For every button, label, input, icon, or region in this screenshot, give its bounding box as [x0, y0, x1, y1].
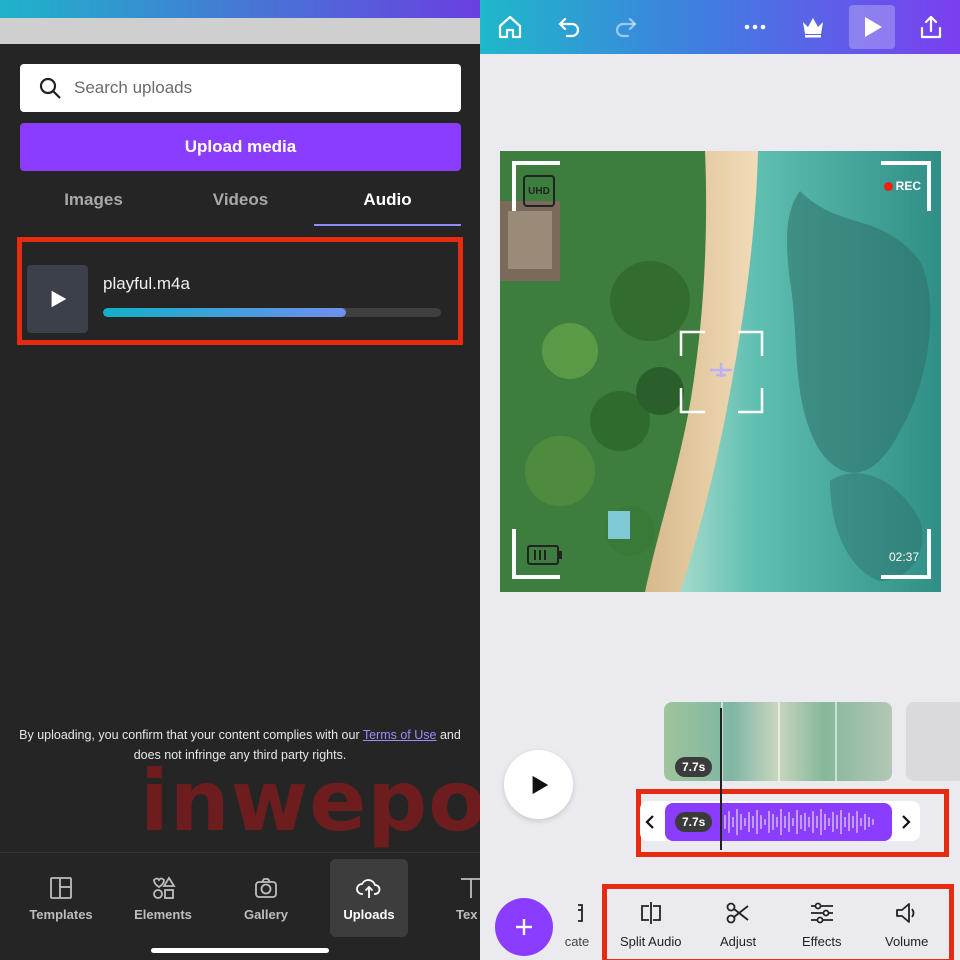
search-icon — [39, 77, 61, 99]
nav-label: Elements — [134, 906, 192, 922]
preview-play-button[interactable] — [849, 5, 895, 49]
terms-prefix: By uploading, you confirm that your cont… — [19, 728, 363, 742]
search-input[interactable] — [74, 78, 434, 98]
design-canvas[interactable]: UHD REC 02:37 — [500, 151, 941, 592]
rec-dot-icon — [883, 181, 893, 191]
split-audio-icon — [640, 902, 661, 924]
nav-templates[interactable]: Templates — [22, 859, 100, 937]
tool-effects[interactable]: Effects — [802, 900, 842, 949]
more-icon — [744, 24, 766, 30]
upload-media-button[interactable]: Upload media — [20, 123, 461, 171]
home-icon — [498, 15, 522, 39]
tab-videos[interactable]: Videos — [167, 174, 314, 226]
tab-audio[interactable]: Audio — [314, 174, 461, 226]
timeline-play-button[interactable] — [504, 750, 573, 819]
chevron-left-icon — [645, 815, 654, 829]
duplicate-icon — [578, 904, 583, 922]
chevron-right-icon — [902, 815, 911, 829]
viewfinder-overlay — [512, 161, 931, 579]
crown-icon — [803, 18, 823, 38]
media-tabs: Images Videos Audio — [20, 174, 461, 226]
rec-label: REC — [895, 179, 921, 193]
tool-label: cate — [564, 934, 590, 949]
tool-volume[interactable]: Volume — [885, 900, 928, 949]
add-element-button[interactable] — [495, 898, 553, 956]
search-field[interactable] — [20, 64, 461, 112]
undo-icon — [558, 17, 580, 38]
tool-adjust[interactable]: Adjust — [720, 900, 756, 949]
audio-play-button[interactable] — [27, 265, 88, 333]
upload-progress-bar — [103, 308, 441, 317]
nav-label: Gallery — [243, 906, 289, 922]
tool-label: Split Audio — [620, 934, 682, 949]
upload-cloud-icon — [356, 878, 381, 898]
tab-images[interactable]: Images — [20, 174, 167, 226]
scissors-icon — [726, 902, 749, 924]
play-icon — [51, 290, 66, 308]
sliders-icon — [810, 902, 833, 924]
editor-toolbar — [480, 0, 960, 54]
share-icon — [920, 15, 942, 39]
audio-tools-bar: cate Split Audio Adjust Effects Volume — [550, 886, 960, 960]
home-indicator — [151, 948, 329, 953]
tool-label: Adjust — [720, 934, 757, 949]
tool-split-audio[interactable]: Split Audio — [620, 900, 681, 949]
more-button[interactable] — [732, 5, 778, 49]
elements-icon — [153, 875, 176, 899]
frame-divider — [835, 702, 837, 781]
text-icon — [461, 877, 480, 898]
home-button[interactable] — [487, 5, 533, 49]
templates-icon — [50, 876, 72, 899]
volume-icon — [895, 903, 915, 923]
premium-button[interactable] — [790, 5, 836, 49]
editor-header-peek — [0, 0, 480, 44]
audio-trim-left-handle[interactable] — [640, 810, 660, 834]
uploads-panel: Upload media Images Videos Audio playful… — [0, 0, 480, 960]
rec-indicator: REC — [883, 179, 921, 193]
audio-filename: playful.m4a — [103, 274, 190, 293]
video-duration-badge: 7.7s — [675, 757, 713, 777]
play-icon — [532, 775, 548, 794]
tool-label: Effects — [802, 934, 842, 949]
plus-icon — [516, 919, 532, 935]
frame-divider — [778, 702, 780, 781]
redo-icon — [615, 17, 637, 38]
bottom-nav: Templates Elements Gallery Uploads Tex — [0, 852, 480, 960]
add-clip-slot[interactable] — [906, 702, 960, 781]
editor-panel: UHD REC 02:37 7.7s 7.7s cate Split Audio… — [480, 0, 960, 960]
canvas-peek — [0, 18, 480, 44]
gallery-icon — [255, 877, 277, 898]
nav-text[interactable]: Tex — [430, 859, 480, 937]
redo-button[interactable] — [603, 5, 649, 49]
nav-gallery[interactable]: Gallery — [227, 859, 305, 937]
timeline-playhead[interactable] — [720, 708, 722, 850]
watermark-logo: inwepo — [140, 752, 480, 850]
audio-list-item[interactable]: playful.m4a — [27, 265, 452, 333]
nav-uploads[interactable]: Uploads — [330, 859, 408, 937]
audio-duration-badge: 7.7s — [675, 812, 713, 832]
audio-trim-right-handle[interactable] — [896, 810, 916, 834]
terms-of-use-link[interactable]: Terms of Use — [363, 728, 437, 742]
share-button[interactable] — [908, 5, 954, 49]
nav-label: Templates — [29, 906, 93, 922]
play-icon — [865, 17, 882, 37]
upload-progress-fill — [103, 308, 347, 317]
nav-label: Tex — [456, 906, 478, 922]
uhd-badge: UHD — [523, 175, 555, 207]
nav-elements[interactable]: Elements — [124, 859, 202, 937]
tool-label: Volume — [885, 934, 929, 949]
canvas-timecode: 02:37 — [888, 550, 919, 564]
undo-button[interactable] — [546, 5, 592, 49]
tool-duplicate[interactable]: cate — [564, 900, 590, 949]
nav-label: Uploads — [343, 906, 395, 922]
